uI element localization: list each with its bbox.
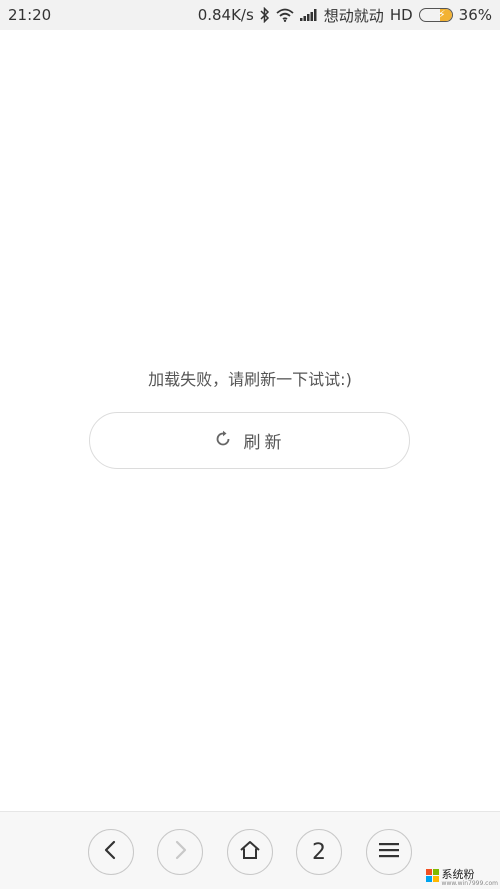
tabs-count: 2 bbox=[312, 839, 326, 865]
watermark-url: www.win7999.com bbox=[441, 879, 498, 887]
signal-icon bbox=[299, 9, 318, 21]
refresh-icon bbox=[214, 430, 232, 452]
battery-percent: 36% bbox=[458, 6, 492, 24]
charging-icon: ⚡ bbox=[437, 8, 446, 21]
menu-button[interactable] bbox=[366, 829, 412, 875]
home-icon bbox=[239, 840, 261, 864]
load-failed-message: 加载失败，请刷新一下试试:) bbox=[148, 370, 352, 389]
wifi-icon bbox=[276, 8, 294, 22]
forward-button[interactable] bbox=[157, 829, 203, 875]
forward-icon bbox=[172, 840, 188, 864]
network-speed: 0.84K/s bbox=[197, 6, 254, 24]
back-icon bbox=[103, 840, 119, 864]
bluetooth-icon bbox=[260, 7, 270, 23]
tabs-button[interactable]: 2 bbox=[296, 829, 342, 875]
home-button[interactable] bbox=[227, 829, 273, 875]
windows-logo-icon bbox=[425, 868, 440, 887]
refresh-label: 刷新 bbox=[243, 433, 286, 453]
battery-icon: ⚡ bbox=[418, 8, 453, 22]
network-type: HD bbox=[389, 6, 413, 24]
watermark-text: 系统粉 bbox=[441, 867, 475, 881]
status-time: 21:20 bbox=[8, 6, 52, 24]
status-bar: 21:20 0.84K/s 想动就动 HD ⚡ 36% bbox=[0, 0, 500, 30]
menu-icon bbox=[379, 842, 399, 862]
carrier-name: 想动就动 bbox=[323, 6, 384, 25]
refresh-button[interactable]: 刷新 bbox=[89, 412, 410, 469]
site-watermark: 系统粉 www.win7999.com bbox=[425, 867, 498, 887]
back-button[interactable] bbox=[88, 829, 134, 875]
